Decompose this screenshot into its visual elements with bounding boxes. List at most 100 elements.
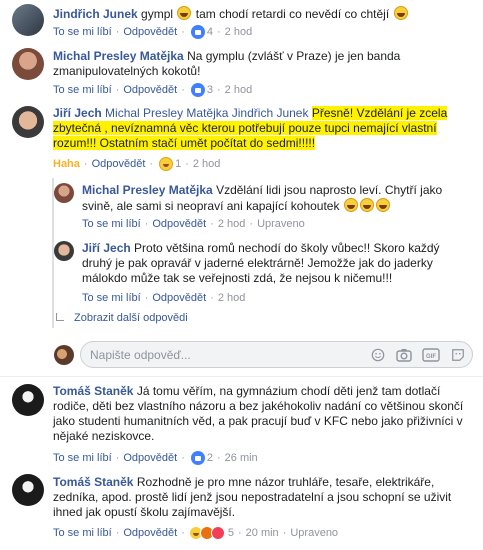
- avatar[interactable]: [54, 241, 74, 261]
- comment-actions: Haha · Odpovědět · 1 · 2 hod: [53, 157, 221, 171]
- tagged-user[interactable]: Michal Presley Matějka: [105, 106, 228, 120]
- comment-author[interactable]: Jiří Jech: [53, 106, 102, 120]
- love-icon: [210, 526, 225, 540]
- like-icon: [190, 25, 205, 39]
- avatar[interactable]: [12, 48, 44, 80]
- timestamp[interactable]: 20 min: [246, 527, 279, 539]
- reaction-count[interactable]: 3: [207, 84, 213, 96]
- comment-text: Na gymplu (zvlášť v Praze) je jen banda: [187, 49, 401, 63]
- laughing-emoji-icon: [177, 6, 192, 20]
- reply-button[interactable]: Odpovědět: [123, 527, 177, 539]
- comment-actions: To se mi líbí · Odpovědět · 3 · 2 hod: [53, 83, 253, 97]
- like-button[interactable]: To se mi líbí: [82, 292, 141, 304]
- haha-reaction-label[interactable]: Haha: [53, 158, 80, 170]
- tagged-user[interactable]: Jindřich Junek: [232, 106, 309, 120]
- comment-actions: To se mi líbí · Odpovědět · 5 · 20 min ·…: [53, 526, 339, 540]
- comment-body: Jindřich Junek gympl tam chodí retardi c…: [53, 6, 473, 22]
- reply-button[interactable]: Odpovědět: [92, 158, 146, 170]
- highlighted-text: rozum!!! Ostatním stačí umět počítat do …: [53, 136, 316, 150]
- comment-body: Tomáš Staněk Já tomu věřím, na gymnázium…: [53, 384, 478, 444]
- reply-composer[interactable]: GIF: [80, 341, 473, 368]
- reaction-count[interactable]: 2: [207, 452, 213, 464]
- reply-text-line2: svině, ale sami si neopraví ani kapající…: [82, 199, 340, 213]
- gif-icon[interactable]: GIF: [422, 348, 440, 362]
- more-replies-link[interactable]: Zobrazit další odpovědi: [56, 312, 188, 324]
- comment-author[interactable]: Michal Presley Matějka: [53, 49, 184, 63]
- comment-author[interactable]: Tomáš Staněk: [53, 475, 133, 489]
- comment-text-line3: ihned jak opustí školu zajímavější.: [53, 505, 236, 519]
- comment-item: Tomáš Staněk Rozhodně je pro mne názor t…: [0, 472, 483, 550]
- reply-button[interactable]: Odpovědět: [152, 218, 206, 230]
- comment-item: Jindřich Junek gympl tam chodí retardi c…: [0, 0, 483, 44]
- more-replies-label[interactable]: Zobrazit další odpovědi: [74, 312, 188, 324]
- avatar: [54, 345, 74, 365]
- like-button[interactable]: To se mi líbí: [53, 527, 112, 539]
- comment-author[interactable]: Tomáš Staněk: [53, 384, 133, 398]
- like-button[interactable]: To se mi líbí: [53, 452, 112, 464]
- reply-input[interactable]: [90, 347, 330, 363]
- reply-button[interactable]: Odpovědět: [123, 26, 177, 38]
- comment-text: gympl: [141, 7, 174, 21]
- reply-button[interactable]: Odpovědět: [123, 84, 177, 96]
- comment-actions: To se mi líbí · Odpovědět · 4 · 2 hod: [53, 25, 253, 39]
- comment-item: Tomáš Staněk Já tomu věřím, na gymnázium…: [0, 380, 483, 468]
- reply-text-line3: málokdo může tak se veřejnosti zdá, že n…: [82, 271, 393, 285]
- laughing-emoji-icon: [375, 198, 390, 212]
- timestamp[interactable]: 2 hod: [193, 158, 221, 170]
- avatar[interactable]: [54, 183, 74, 203]
- comment-item: Michal Presley Matějka Na gymplu (zvlášť…: [0, 46, 483, 98]
- comment-text-line4: nějaké neziskovce.: [53, 429, 155, 443]
- reaction-count[interactable]: 5: [228, 527, 234, 539]
- avatar[interactable]: [12, 384, 44, 416]
- timestamp[interactable]: 26 min: [225, 452, 258, 464]
- reaction-icons[interactable]: [188, 526, 225, 540]
- reaction-count[interactable]: 4: [207, 26, 213, 38]
- avatar[interactable]: [12, 106, 44, 138]
- reply-item: Michal Presley Matějka Vzdělání lidi jso…: [0, 180, 483, 236]
- timestamp[interactable]: 2 hod: [225, 26, 253, 38]
- comment-author[interactable]: Jindřich Junek: [53, 7, 138, 21]
- reply-button[interactable]: Odpovědět: [123, 452, 177, 464]
- reply-item: Jiří Jech Proto většina romů nechodí do …: [0, 238, 483, 308]
- reply-author[interactable]: Jiří Jech: [82, 241, 131, 255]
- comment-body: Michal Presley Matějka Na gymplu (zvlášť…: [53, 49, 473, 79]
- avatar[interactable]: [12, 474, 44, 506]
- like-button[interactable]: To se mi líbí: [53, 84, 112, 96]
- like-button[interactable]: To se mi líbí: [82, 218, 141, 230]
- timestamp[interactable]: 2 hod: [225, 84, 253, 96]
- edited-label[interactable]: Upraveno: [290, 527, 338, 539]
- timestamp[interactable]: 2 hod: [218, 292, 246, 304]
- laughing-emoji-icon: [359, 198, 374, 212]
- sticker-icon[interactable]: [450, 348, 466, 362]
- reaction-count[interactable]: 1: [175, 158, 181, 170]
- reply-actions: To se mi líbí · Odpovědět · 2 hod: [82, 292, 246, 304]
- timestamp[interactable]: 2 hod: [218, 218, 246, 230]
- comment-text-2: tam chodí retardi co nevědí co chtějí: [195, 7, 390, 21]
- comment-text-line2: rodiče, děti bez vlastního názoru a bez …: [53, 399, 464, 413]
- reply-actions: To se mi líbí · Odpovědět · 2 hod · Upra…: [82, 218, 305, 230]
- divider: [0, 376, 483, 377]
- reply-body: Jiří Jech Proto většina romů nechodí do …: [82, 241, 477, 286]
- like-icon: [190, 83, 205, 97]
- like-icon: [190, 451, 205, 465]
- highlighted-text: zbytečná , nevíznamná věc kterou potřebu…: [53, 121, 437, 135]
- avatar[interactable]: [12, 4, 44, 36]
- reply-text: Vzdělání lidi jsou naprosto leví. Chytří…: [216, 183, 443, 197]
- laughing-emoji-icon: [393, 6, 408, 20]
- laughing-emoji-icon: [343, 198, 358, 212]
- reply-arrow-icon: [56, 312, 64, 321]
- reply-text: Proto většina romů nechodí do školy vůbe…: [134, 241, 440, 255]
- reply-text-line2: druhý je pak opravář v jaderné elektrárn…: [82, 256, 433, 270]
- edited-label[interactable]: Upraveno: [257, 218, 305, 230]
- reply-body: Michal Presley Matějka Vzdělání lidi jso…: [82, 183, 477, 214]
- comment-text-line3: jako studenti humanitních věd, a pak pra…: [53, 414, 463, 428]
- comment-text: Rozhodně je pro mne názor truhláře, tesa…: [136, 475, 435, 489]
- emoji-icon[interactable]: [370, 348, 386, 362]
- reply-author[interactable]: Michal Presley Matějka: [82, 183, 213, 197]
- like-button[interactable]: To se mi líbí: [53, 26, 112, 38]
- comment-text: Já tomu věřím, na gymnázium chodí děti j…: [136, 384, 441, 398]
- comment-text-line2: zedníka, apod. prostě lidí jenž jsou nep…: [53, 490, 452, 504]
- camera-icon[interactable]: [396, 348, 412, 362]
- reply-button[interactable]: Odpovědět: [152, 292, 206, 304]
- svg-text:GIF: GIF: [426, 354, 436, 360]
